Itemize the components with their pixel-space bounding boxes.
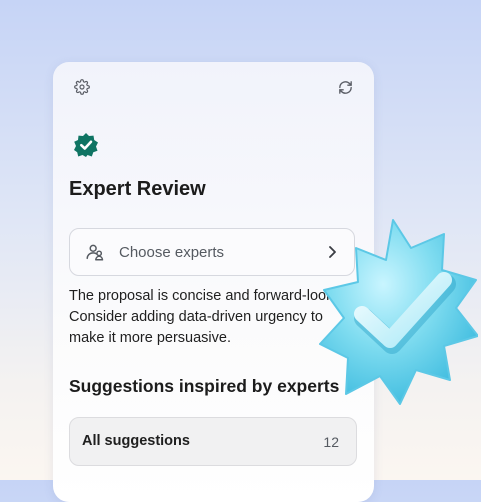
page-title: Expert Review <box>69 178 206 200</box>
all-suggestions-label: All suggestions <box>82 433 190 449</box>
choose-experts-label: Choose experts <box>119 243 225 261</box>
people-icon <box>86 244 104 261</box>
gear-icon <box>74 79 90 95</box>
verified-badge-icon <box>74 133 98 157</box>
all-suggestions-button[interactable]: All suggestions 12 <box>69 417 357 466</box>
suggestions-heading: Suggestions inspired by experts <box>69 376 340 396</box>
refresh-button[interactable] <box>334 76 356 98</box>
choose-experts-button[interactable]: Choose experts <box>69 228 355 276</box>
settings-button[interactable] <box>71 76 93 98</box>
review-summary: The proposal is concise and forward-look… <box>69 288 357 346</box>
refresh-icon <box>338 80 352 94</box>
checkmark-sticker-icon <box>319 219 478 405</box>
suggestions-count: 12 <box>323 434 339 450</box>
